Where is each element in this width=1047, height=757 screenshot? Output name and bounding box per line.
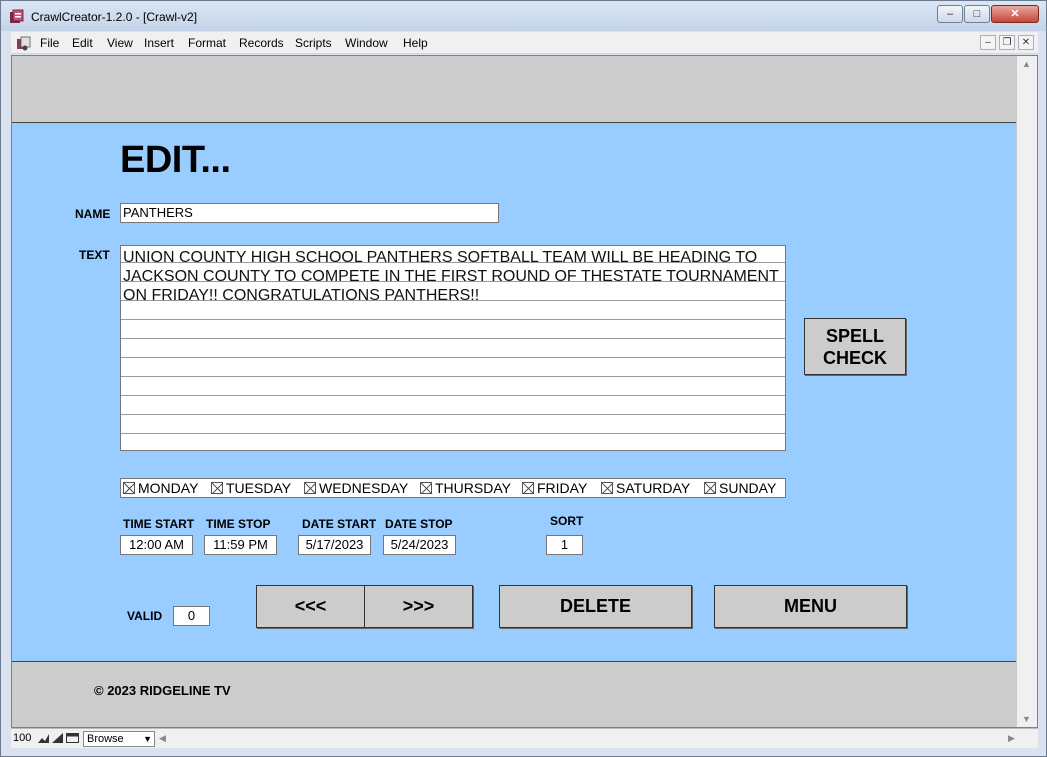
day-sunday[interactable]: SUNDAY <box>704 480 776 496</box>
next-record-button[interactable]: >>> <box>364 585 473 628</box>
text-rule <box>121 376 785 377</box>
close-button[interactable]: ✕ <box>991 5 1039 23</box>
sort-label: SORT <box>550 514 584 528</box>
window-title: CrawlCreator-1.2.0 - [Crawl-v2] <box>31 10 198 24</box>
day-label: SATURDAY <box>616 480 691 496</box>
date-stop-label: DATE STOP <box>385 517 453 531</box>
maximize-button[interactable]: □ <box>964 5 990 23</box>
day-saturday[interactable]: SATURDAY <box>601 480 690 496</box>
menu-file[interactable]: File <box>40 36 59 50</box>
date-stop-field[interactable]: 5/24/2023 <box>383 535 456 555</box>
layout-area: EDIT... NAME PANTHERS TEXT UNION COUNTY … <box>11 55 1038 728</box>
doc-restore-button[interactable]: ❐ <box>999 35 1015 50</box>
day-thursday[interactable]: THURSDAY <box>420 480 511 496</box>
header-band <box>12 56 1016 123</box>
minimize-button[interactable]: – <box>937 5 963 23</box>
app-window: CrawlCreator-1.2.0 - [Crawl-v2] – □ ✕ Fi… <box>0 0 1047 757</box>
spell-check-label-2: CHECK <box>822 348 887 368</box>
time-stop-field[interactable]: 11:59 PM <box>204 535 277 555</box>
chevron-down-icon: ▼ <box>143 734 152 744</box>
menu-bar: File Edit View Insert Format Records Scr… <box>11 32 1038 54</box>
document-icon[interactable] <box>16 35 32 51</box>
spell-check-label-1: SPELL <box>825 326 884 346</box>
menu-insert[interactable]: Insert <box>144 36 174 50</box>
menu-help[interactable]: Help <box>403 36 428 50</box>
valid-label: VALID <box>127 609 163 623</box>
date-start-label: DATE START <box>302 517 377 531</box>
text-rule <box>121 433 785 434</box>
time-start-label: TIME START <box>123 517 195 531</box>
checkbox-checked-icon <box>601 482 613 494</box>
days-checkbox-group: MONDAY TUESDAY WEDNESDAY THURSDAY FRIDAY… <box>120 478 786 498</box>
day-tuesday[interactable]: TUESDAY <box>211 480 291 496</box>
checkbox-checked-icon <box>123 482 135 494</box>
text-label: TEXT <box>79 248 110 262</box>
day-label: MONDAY <box>138 480 199 496</box>
delete-button[interactable]: DELETE <box>499 585 692 628</box>
scroll-right-icon[interactable]: ▶ <box>1008 733 1015 744</box>
status-bar: 100 Browse ▼ ◀ ▶ <box>11 728 1038 748</box>
checkbox-checked-icon <box>704 482 716 494</box>
app-icon <box>10 9 24 23</box>
zoom-level[interactable]: 100 <box>13 732 31 744</box>
sort-field[interactable]: 1 <box>546 535 583 555</box>
copyright-text: © 2023 RIDGELINE TV <box>94 683 231 698</box>
scroll-left-icon[interactable]: ◀ <box>159 733 166 744</box>
text-field[interactable]: UNION COUNTY HIGH SCHOOL PANTHERS SOFTBA… <box>120 245 786 451</box>
valid-field[interactable]: 0 <box>173 606 210 626</box>
scroll-down-icon[interactable]: ▼ <box>1022 714 1031 724</box>
text-rule <box>121 357 785 358</box>
day-label: TUESDAY <box>226 480 292 496</box>
text-rule <box>121 395 785 396</box>
time-start-field[interactable]: 12:00 AM <box>120 535 193 555</box>
name-field[interactable]: PANTHERS <box>120 203 499 223</box>
page-title: EDIT... <box>120 139 231 181</box>
vertical-scrollbar[interactable]: ▲ ▼ <box>1016 56 1037 727</box>
day-monday[interactable]: MONDAY <box>123 480 198 496</box>
checkbox-checked-icon <box>304 482 316 494</box>
body-band: EDIT... NAME PANTHERS TEXT UNION COUNTY … <box>12 123 1016 661</box>
checkbox-checked-icon <box>522 482 534 494</box>
text-rule <box>121 414 785 415</box>
footer-band: © 2023 RIDGELINE TV <box>12 661 1016 727</box>
doc-close-button[interactable]: ✕ <box>1018 35 1034 50</box>
menu-button[interactable]: MENU <box>714 585 907 628</box>
mode-dropdown[interactable]: Browse ▼ <box>83 731 155 747</box>
text-rule <box>121 338 785 339</box>
checkbox-checked-icon <box>211 482 223 494</box>
day-friday[interactable]: FRIDAY <box>522 480 587 496</box>
mode-value: Browse <box>87 733 124 745</box>
day-label: WEDNESDAY <box>319 480 409 496</box>
day-label: FRIDAY <box>537 480 588 496</box>
date-start-field[interactable]: 5/17/2023 <box>298 535 371 555</box>
menu-window[interactable]: Window <box>345 36 388 50</box>
previous-record-button[interactable]: <<< <box>256 585 365 628</box>
time-stop-label: TIME STOP <box>206 517 271 531</box>
spell-check-button[interactable]: SPELL CHECK <box>804 318 906 375</box>
day-label: THURSDAY <box>435 480 511 496</box>
day-label: SUNDAY <box>719 480 777 496</box>
name-label: NAME <box>75 207 111 221</box>
menu-records[interactable]: Records <box>239 36 284 50</box>
menu-format[interactable]: Format <box>188 36 226 50</box>
doc-minimize-button[interactable]: – <box>980 35 996 50</box>
zoom-out-icon[interactable] <box>37 732 50 744</box>
scroll-up-icon[interactable]: ▲ <box>1022 59 1031 69</box>
text-rule <box>121 319 785 320</box>
day-wednesday[interactable]: WEDNESDAY <box>304 480 408 496</box>
status-toggle-icon[interactable] <box>66 732 79 744</box>
menu-view[interactable]: View <box>107 36 133 50</box>
zoom-in-icon[interactable] <box>51 732 64 744</box>
text-value: UNION COUNTY HIGH SCHOOL PANTHERS SOFTBA… <box>123 249 779 304</box>
title-bar[interactable]: CrawlCreator-1.2.0 - [Crawl-v2] – □ ✕ <box>1 1 1046 31</box>
menu-scripts[interactable]: Scripts <box>295 36 332 50</box>
menu-edit[interactable]: Edit <box>72 36 93 50</box>
checkbox-checked-icon <box>420 482 432 494</box>
